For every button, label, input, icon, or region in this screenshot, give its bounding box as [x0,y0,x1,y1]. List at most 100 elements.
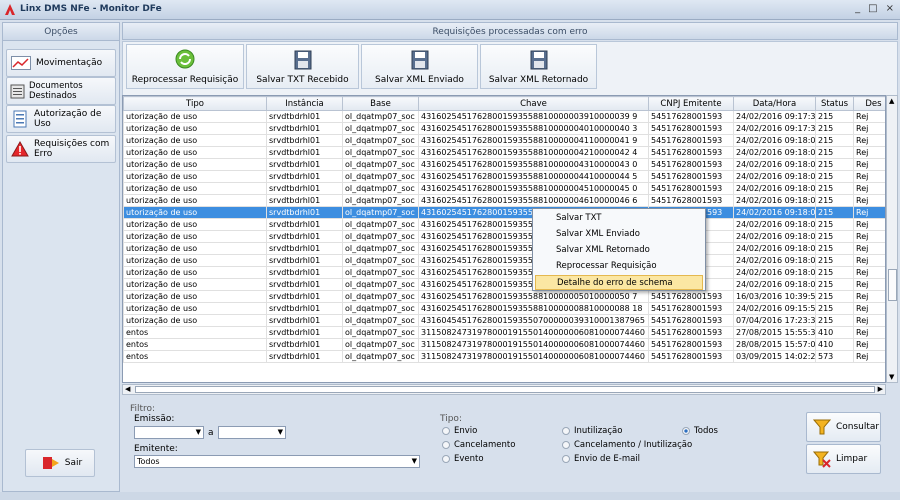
table-row[interactable]: utorização de uso srvdtbdrhl01 ol_dqatmp07… [123,290,885,303]
sair-button[interactable]: Sair [25,449,95,477]
table-row[interactable]: utorização de uso srvdtbdrhl01 ol_dqatmp07… [123,146,885,159]
salvar-xml-enviado-label: Salvar XML Enviado [375,75,464,85]
table-row[interactable]: utorização de uso srvdtbdrhl01 ol_dqatmp07… [123,182,885,195]
table-cell: Rej [853,206,885,219]
window-title: Linx DMS NFe - Monitor DFe [20,4,162,14]
table-cell: 215 [815,254,854,267]
tipo-evento-radio[interactable]: Evento [442,454,484,464]
table-cell: 4316025451762800159355881000000401000004… [418,122,649,135]
tipo-envio-radio[interactable]: Envio [442,426,477,436]
menu-salvar-xml-enviado[interactable]: Salvar XML Enviado [535,227,703,242]
table-cell: srvdtbdrhl01 [266,206,343,219]
table-row[interactable]: utorização de uso srvdtbdrhl01 ol_dqatmp07… [123,122,885,135]
menu-detalhe-erro-schema[interactable]: Detalhe do erro de schema [535,275,703,290]
vertical-scrollbar[interactable]: ▲ ▼ [886,95,898,383]
table-row[interactable]: entos srvdtbdrhl01 ol_dqatmp07_soc 31150824… [123,350,885,363]
table-row[interactable]: utorização de uso srvdtbdrhl01 ol_dqatmp07… [123,302,885,315]
col-des[interactable]: Des [853,96,885,111]
salvar-txt-recebido-button[interactable]: Salvar TXT Recebido [246,44,359,89]
table-cell: 4316025451762800159355881000000391000003… [418,110,649,123]
tipo-cancelamento-radio[interactable]: Cancelamento [442,440,515,450]
requests-grid[interactable]: Tipo Instância Base Chave CNPJ Emitente … [122,95,886,383]
emitente-select[interactable]: Todos ▼ [134,455,420,468]
table-cell: srvdtbdrhl01 [266,230,343,243]
table-cell: ol_dqatmp07_soc [342,350,419,363]
limpar-button[interactable]: Limpar [806,444,881,474]
table-row[interactable]: utorização de uso srvdtbdrhl01 ol_dqatmp07… [123,110,885,123]
table-cell: 4316025451762800159355881000000441000004… [418,170,649,183]
table-cell: Rej [853,338,885,351]
scroll-up-icon[interactable]: ▲ [889,97,894,105]
table-row[interactable]: entos srvdtbdrhl01 ol_dqatmp07_soc 31150824… [123,326,885,339]
salvar-xml-retornado-button[interactable]: Salvar XML Retornado [480,44,597,89]
col-tipo[interactable]: Tipo [123,96,267,111]
table-cell: 24/02/2016 09:18:07 [733,254,816,267]
tipo-envio-email-radio[interactable]: Envio de E-mail [562,454,640,464]
table-row[interactable]: utorização de uso srvdtbdrhl01 ol_dqatmp07… [123,194,885,207]
horizontal-scroll-thumb[interactable] [135,386,875,393]
table-row[interactable]: utorização de uso srvdtbdrhl01 ol_dqatmp07… [123,278,885,291]
col-base[interactable]: Base [342,96,419,111]
table-row[interactable]: utorização de uso srvdtbdrhl01 ol_dqatmp07… [123,254,885,267]
tipo-todos-radio[interactable]: Todos [682,426,718,436]
tipo-cancelamento-inutilizacao-radio[interactable]: Cancelamento / Inutilização [562,440,692,450]
table-row[interactable]: utorização de uso srvdtbdrhl01 ol_dqatmp07… [123,134,885,147]
table-row[interactable]: utorização de uso srvdtbdrhl01 ol_dqatmp07… [123,230,885,243]
col-status[interactable]: Status [815,96,854,111]
table-cell: Rej [853,194,885,207]
table-row[interactable]: utorização de uso srvdtbdrhl01 ol_dqatmp07… [123,266,885,279]
table-cell: 4316045451762800159355070000003931000138… [418,314,649,327]
table-cell: 215 [815,170,854,183]
movimentacao-button[interactable]: Movimentação [6,49,116,77]
table-cell: utorização de uso [123,278,267,291]
menu-salvar-txt[interactable]: Salvar TXT [535,211,703,226]
funnel-icon [813,419,831,435]
table-row[interactable]: utorização de uso srvdtbdrhl01 ol_dqatmp07… [123,314,885,327]
table-cell: utorização de uso [123,302,267,315]
table-cell: srvdtbdrhl01 [266,134,343,147]
reprocessar-requisicao-button[interactable]: Reprocessar Requisição [126,44,244,89]
documents-icon [10,84,25,99]
menu-salvar-xml-retornado[interactable]: Salvar XML Retornado [535,243,703,258]
col-datahora[interactable]: Data/Hora [733,96,816,111]
table-cell: srvdtbdrhl01 [266,302,343,315]
col-cnpj[interactable]: CNPJ Emitente [648,96,734,111]
table-row[interactable]: entos srvdtbdrhl01 ol_dqatmp07_soc 31150824… [123,338,885,351]
table-row[interactable]: utorização de uso srvdtbdrhl01 ol_dqatmp07… [123,242,885,255]
requisicoes-erro-button[interactable]: Requisições com Erro [6,135,116,163]
refresh-icon [175,49,195,69]
salvar-xml-enviado-button[interactable]: Salvar XML Enviado [361,44,478,89]
scroll-left-icon[interactable]: ◀ [125,385,130,393]
table-cell: srvdtbdrhl01 [266,350,343,363]
close-button[interactable]: × [886,3,894,14]
table-cell: Rej [853,134,885,147]
table-cell: 3115082473197800019155014000000608100007… [418,350,649,363]
table-cell: ol_dqatmp07_soc [342,134,419,147]
col-chave[interactable]: Chave [418,96,649,111]
table-cell: 24/02/2016 09:18:06 [733,218,816,231]
table-cell: 07/04/2016 17:23:38 [733,314,816,327]
scroll-down-icon[interactable]: ▼ [889,373,894,381]
vertical-scroll-thumb[interactable] [888,269,897,301]
horizontal-scrollbar[interactable]: ◀ ▶ [122,384,886,395]
table-cell: Rej [853,182,885,195]
table-cell: ol_dqatmp07_soc [342,122,419,135]
tipo-inutilizacao-radio[interactable]: Inutilização [562,426,622,436]
autorizacao-uso-button[interactable]: Autorização de Uso [6,105,116,133]
documentos-destinados-button[interactable]: Documentos Destinados [6,77,116,105]
chevron-down-icon: ▼ [277,428,283,436]
emissao-end-select[interactable]: ▼ [218,426,286,439]
table-cell: 215 [815,266,854,279]
menu-reprocessar-requisicao[interactable]: Reprocessar Requisição [535,259,703,274]
col-instancia[interactable]: Instância [266,96,343,111]
scroll-right-icon[interactable]: ▶ [878,385,883,393]
minimize-button[interactable]: _ [855,3,860,14]
emissao-start-select[interactable]: ▼ [134,426,204,439]
consultar-button[interactable]: Consultar [806,412,881,442]
table-row[interactable]: utorização de uso srvdtbdrhl01 ol_dqatmp07… [123,170,885,183]
table-cell: ol_dqatmp07_soc [342,326,419,339]
table-row[interactable]: utorização de uso srvdtbdrhl01 ol_dqatmp07… [123,158,885,171]
maximize-button[interactable]: □ [868,3,877,14]
table-row[interactable]: utorização de uso srvdtbdrhl01 ol_dqatmp07… [123,218,885,231]
table-row[interactable]: utorização de uso srvdtbdrhl01 ol_dqatmp07… [123,206,885,219]
